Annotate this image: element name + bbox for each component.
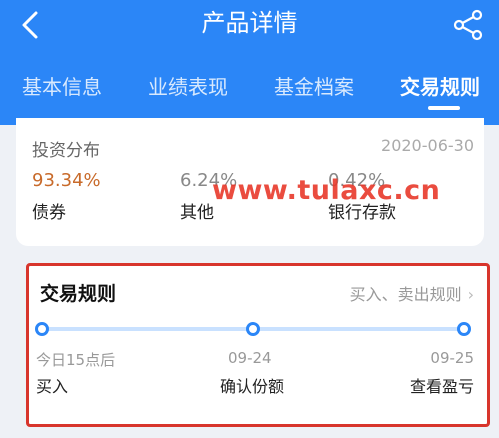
bond-percentage: 93.34% [32, 170, 101, 191]
buy-sell-rules-label: 买入、卖出规则 [349, 285, 462, 304]
tab-trade-rules[interactable]: 交易规则 [400, 68, 480, 114]
tab-performance[interactable]: 业绩表现 [148, 68, 228, 114]
active-tab-indicator [428, 106, 460, 110]
chevron-right-icon: › [467, 285, 474, 304]
tab-basic-info[interactable]: 基本信息 [22, 68, 102, 114]
tab-bar: 基本信息 业绩表现 基金档案 交易规则 [0, 68, 499, 114]
buy-sell-rules-link[interactable]: 买入、卖出规则 › [350, 281, 474, 305]
step-confirm-date: 09-24 [228, 349, 272, 367]
step-view-label: 查看盈亏 [409, 377, 474, 396]
timeline-dot-view [457, 322, 471, 336]
trade-rules-title: 交易规则 [40, 283, 117, 305]
share-icon[interactable] [451, 8, 485, 42]
step-confirm-label: 确认份额 [220, 377, 285, 396]
step-buy-time: 今日15点后 [36, 351, 116, 369]
watermark-text: www.tulaxc.cn [212, 175, 441, 206]
distribution-date: 2020-06-30 [381, 136, 474, 155]
top-navigation-bar: 产品详情 基本信息 业绩表现 基金档案 交易规则 [0, 0, 499, 125]
timeline-dot-confirm [246, 322, 260, 336]
trade-rules-card: 交易规则 买入、卖出规则 › 今日15点后 买入 09-24 确认份额 09-25… [28, 265, 488, 425]
tab-fund-profile[interactable]: 基金档案 [274, 68, 354, 114]
bond-label: 债券 [32, 203, 66, 223]
timeline-dot-buy [35, 322, 49, 336]
page-title: 产品详情 [201, 9, 298, 37]
other-label: 其他 [180, 203, 214, 223]
distribution-label: 投资分布 [32, 141, 100, 161]
step-buy-label: 买入 [36, 377, 69, 396]
step-view-date: 09-25 [430, 349, 474, 367]
tab-trade-rules-label: 交易规则 [400, 75, 480, 99]
